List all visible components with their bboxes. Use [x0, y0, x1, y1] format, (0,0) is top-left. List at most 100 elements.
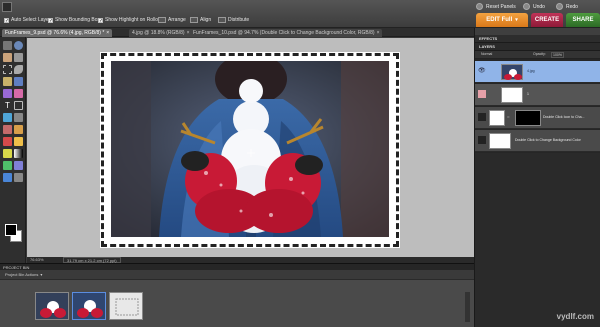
edit-full-tab[interactable]: EDIT Full ▾	[476, 13, 528, 27]
doc-tab-4-jpg[interactable]: 4.jpg @ 18.8% (RGB/8) ×	[129, 29, 193, 37]
close-icon[interactable]: ×	[106, 30, 109, 36]
layer-thumbnail	[489, 110, 505, 126]
doc-tab-label: 4.jpg @ 18.8% (RGB/8)	[132, 30, 185, 36]
project-bin-actions-menu[interactable]: Project Bin Actions ▾	[5, 272, 42, 277]
gradient-icon[interactable]	[14, 149, 23, 158]
option-label: Show Bounding Box	[55, 17, 101, 23]
distribute-button[interactable]: Distribute	[218, 16, 249, 24]
red-eye-icon[interactable]	[3, 89, 12, 98]
checkbox-icon[interactable]: ✓	[98, 17, 103, 23]
reset-panels-button[interactable]: Reset Panels	[476, 3, 516, 10]
brush-icon[interactable]	[14, 137, 23, 146]
arrange-button[interactable]: Arrange	[158, 16, 186, 24]
visibility-eye-icon[interactable]	[478, 113, 486, 121]
align-label: Align	[200, 17, 212, 23]
thumbnail-image-icon	[73, 293, 105, 319]
paint-bucket-icon[interactable]	[3, 149, 12, 158]
opacity-field[interactable]: 100%	[551, 52, 564, 58]
arrange-label: Arrange	[168, 17, 186, 23]
straighten-icon[interactable]	[14, 113, 23, 122]
show-highlight-option[interactable]: ✓ Show Highlight on Rollover	[98, 16, 165, 24]
eyedropper-icon[interactable]	[14, 53, 23, 62]
project-bin-header: PROJECT BIN	[0, 263, 474, 270]
layers-panel-header[interactable]: LAYERS	[475, 43, 600, 51]
foreground-color-swatch[interactable]	[5, 224, 17, 236]
crop-tool-icon[interactable]	[14, 101, 23, 110]
photo-snowman[interactable]	[111, 61, 389, 237]
doc-tab-label: FunFrames_9.psd @ 76.6% (4.jpg, RGB/8) *	[5, 30, 105, 36]
move-tool-icon[interactable]	[3, 41, 12, 50]
effects-panel-header[interactable]: EFFECTS	[475, 35, 600, 43]
clone-stamp-icon[interactable]	[3, 125, 12, 134]
doc-tab-funframes-9[interactable]: FunFrames_9.psd @ 76.6% (4.jpg, RGB/8) *…	[2, 29, 113, 37]
selection-brush-icon[interactable]	[14, 77, 23, 86]
layer-row-double-click-icon[interactable]: ∞ Double Click Icon to Cha...	[475, 107, 600, 129]
bin-thumbnail[interactable]	[35, 292, 69, 320]
align-icon	[190, 17, 198, 23]
recompose-icon[interactable]	[3, 113, 12, 122]
distribute-icon	[218, 17, 226, 23]
project-bin-actions-bar: Project Bin Actions ▾	[0, 270, 474, 280]
checkbox-icon[interactable]: ✓	[4, 17, 9, 23]
layers-empty-area	[475, 153, 600, 327]
share-label: SHARE	[572, 17, 594, 23]
canvas-area	[27, 38, 474, 257]
layer-thumbnail	[501, 64, 523, 80]
shape-tool-icon[interactable]	[3, 161, 12, 170]
magic-wand-icon[interactable]	[3, 77, 12, 86]
align-button[interactable]: Align	[190, 16, 211, 24]
toolbox: T	[0, 37, 26, 263]
layer-name: 1	[527, 92, 529, 96]
bin-thumbnail[interactable]	[72, 292, 106, 320]
lasso-tool-icon[interactable]	[14, 65, 23, 74]
type-tool-icon[interactable]: T	[3, 101, 12, 110]
distribute-label: Distribute	[228, 17, 250, 23]
undo-button[interactable]: Undo	[523, 3, 545, 10]
sponge-tool-icon[interactable]	[3, 173, 12, 182]
arrange-icon	[158, 17, 166, 23]
checkbox-icon[interactable]: ✓	[48, 17, 53, 23]
visibility-eye-icon[interactable]	[478, 90, 486, 98]
bin-thumbnail[interactable]	[109, 292, 143, 320]
spot-healing-icon[interactable]	[14, 89, 23, 98]
blur-tool-icon[interactable]	[14, 161, 23, 170]
move-tool-icon[interactable]	[2, 2, 12, 12]
zoom-tool-icon[interactable]	[14, 41, 23, 50]
marquee-tool-icon[interactable]	[3, 65, 12, 74]
create-tab[interactable]: CREATE	[531, 13, 563, 27]
reset-panels-label: Reset Panels	[486, 3, 516, 10]
layer-mask-thumbnail	[515, 110, 541, 126]
share-tab[interactable]: SHARE	[566, 13, 600, 27]
watermark: vydlf.com	[556, 312, 594, 321]
layer-row-1[interactable]: 1	[475, 84, 600, 106]
smudge-tool-icon[interactable]	[14, 173, 23, 182]
layer-name: 4.jpg	[527, 69, 535, 73]
document-tabs: FunFrames_9.psd @ 76.6% (4.jpg, RGB/8) *…	[0, 28, 474, 37]
redo-button[interactable]: Redo	[556, 3, 578, 10]
doc-tab-funframes-10[interactable]: FunFrames_10.psd @ 94.7% (Double Click t…	[190, 29, 383, 37]
photo-frame[interactable]	[101, 53, 399, 247]
layer-row-4jpg[interactable]: 👁 4.jpg	[475, 61, 600, 83]
effects-title: EFFECTS	[479, 36, 498, 41]
edit-full-label: EDIT Full	[486, 17, 513, 23]
create-label: CREATE	[534, 17, 560, 23]
layer-row-background[interactable]: Double Click to Change Background Color	[475, 130, 600, 152]
options-bar: ✓ Auto Select Layer ✓ Show Bounding Box …	[0, 0, 600, 28]
eraser-icon[interactable]	[3, 137, 12, 146]
blend-mode-select[interactable]: Normal	[481, 52, 492, 56]
visibility-eye-icon[interactable]: 👁	[478, 67, 486, 75]
bin-scrollbar[interactable]	[465, 292, 470, 322]
hand-tool-icon[interactable]	[3, 53, 12, 62]
close-icon[interactable]: ×	[377, 30, 380, 36]
chevron-down-icon: ▾	[515, 17, 518, 23]
auto-select-layer-option[interactable]: ✓ Auto Select Layer	[4, 16, 50, 24]
option-label: Auto Select Layer	[11, 17, 51, 23]
doc-tab-label: FunFrames_10.psd @ 94.7% (Double Click t…	[193, 30, 375, 36]
show-bounding-box-option[interactable]: ✓ Show Bounding Box	[48, 16, 100, 24]
layers-title: LAYERS	[479, 44, 495, 49]
pencil-icon[interactable]	[14, 125, 23, 134]
thumbnail-image-icon	[36, 293, 68, 319]
project-bin-actions-label: Project Bin Actions	[5, 272, 39, 277]
layer-name: Double Click Icon to Cha...	[543, 115, 585, 119]
visibility-eye-icon[interactable]	[478, 136, 486, 144]
